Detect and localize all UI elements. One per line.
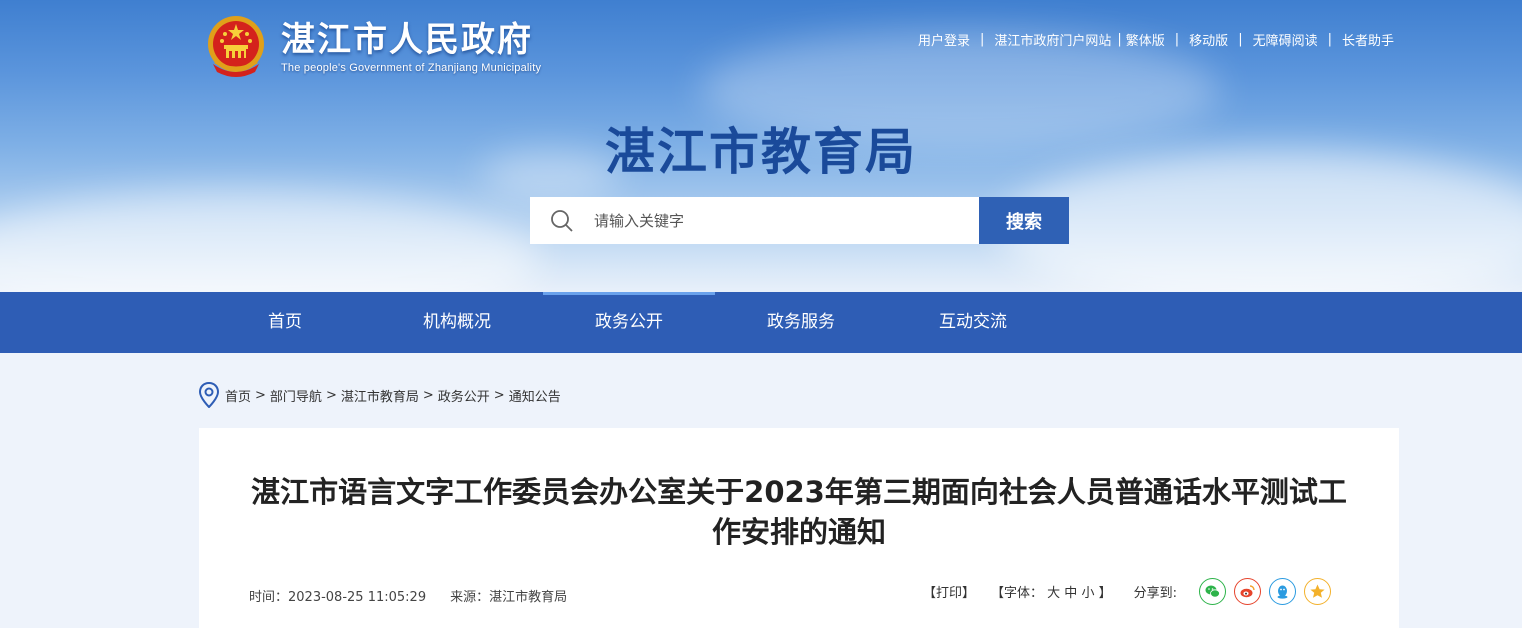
search-button[interactable]: 搜索 bbox=[979, 197, 1069, 244]
site-logo[interactable]: 湛江市人民政府 The people's Government of Zhanj… bbox=[205, 14, 541, 80]
site-name: 湛江市人民政府 bbox=[281, 20, 533, 60]
breadcrumb-gov-affairs[interactable]: 政务公开 bbox=[438, 386, 490, 405]
elderly-assistant-link[interactable]: 长者助手 bbox=[1342, 30, 1394, 49]
nav-item-gov-affairs-public[interactable]: 政务公开 bbox=[543, 292, 715, 353]
nav-item-interaction[interactable]: 互动交流 bbox=[887, 292, 1059, 353]
traditional-chinese-link[interactable]: 繁体版 bbox=[1126, 30, 1165, 49]
mobile-link[interactable]: 移动版 bbox=[1189, 30, 1228, 49]
article-title: 湛江市语言文字工作委员会办公室关于2023年第三期面向社会人员普通话水平测试工作… bbox=[251, 475, 1347, 549]
search-bar: 搜索 bbox=[530, 197, 1069, 244]
time-label: 时间： bbox=[249, 590, 289, 605]
main-nav: 首页 机构概况 政务公开 政务服务 互动交流 bbox=[0, 292, 1522, 353]
breadcrumb-notices[interactable]: 通知公告 bbox=[509, 386, 561, 405]
search-icon bbox=[551, 209, 573, 232]
source-label: 来源： bbox=[450, 590, 490, 605]
breadcrumb-home[interactable]: 首页 bbox=[225, 386, 251, 405]
article-meta: 时间：2023-08-25 11:05:29 来源：湛江市教育局 bbox=[249, 586, 581, 605]
site-name-en: The people's Government of Zhanjiang Mun… bbox=[281, 62, 542, 74]
national-emblem-icon bbox=[208, 16, 264, 77]
print-button[interactable]: 【打印】 bbox=[923, 582, 975, 601]
location-pin-icon bbox=[199, 382, 219, 408]
nav-item-gov-services[interactable]: 政务服务 bbox=[715, 292, 887, 353]
font-size-small[interactable]: 小 bbox=[1081, 586, 1094, 601]
article-tools: 【打印】 【字体： 大 中 小 】 分享到: bbox=[905, 578, 1331, 605]
font-size-medium[interactable]: 中 bbox=[1064, 586, 1077, 601]
department-title: 湛江市教育局 bbox=[605, 123, 917, 181]
article-card: 湛江市语言文字工作委员会办公室关于2023年第三期面向社会人员普通话水平测试工作… bbox=[199, 428, 1399, 628]
header-banner: 湛江市人民政府 The people's Government of Zhanj… bbox=[0, 0, 1522, 292]
font-size-label: 【字体： bbox=[990, 586, 1043, 601]
top-links: 用户登录 | 湛江市政府门户网站 | 繁体版 | 移动版 | 无障碍阅读 | 长… bbox=[917, 30, 1394, 49]
login-link[interactable]: 用户登录 bbox=[918, 30, 970, 49]
breadcrumb-edu-bureau[interactable]: 湛江市教育局 bbox=[341, 386, 419, 405]
publish-time: 2023-08-25 11:05:29 bbox=[288, 590, 427, 605]
share-label: 分享到: bbox=[1133, 586, 1177, 601]
weibo-icon[interactable] bbox=[1234, 578, 1261, 605]
qq-icon[interactable] bbox=[1269, 578, 1296, 605]
nav-item-home[interactable]: 首页 bbox=[199, 292, 371, 353]
wechat-icon[interactable] bbox=[1199, 578, 1226, 605]
search-box bbox=[530, 197, 979, 244]
accessibility-link[interactable]: 无障碍阅读 bbox=[1253, 30, 1318, 49]
banner-cloud bbox=[0, 190, 540, 292]
nav-item-organization[interactable]: 机构概况 bbox=[371, 292, 543, 353]
breadcrumb-dept-nav[interactable]: 部门导航 bbox=[270, 386, 322, 405]
breadcrumb: 首页 > 部门导航 > 湛江市教育局 > 政务公开 > 通知公告 bbox=[199, 382, 561, 408]
source-value: 湛江市教育局 bbox=[489, 590, 568, 605]
font-size-large[interactable]: 大 bbox=[1047, 586, 1060, 601]
portal-link[interactable]: 湛江市政府门户网站 bbox=[994, 30, 1111, 49]
qzone-icon[interactable] bbox=[1304, 578, 1331, 605]
search-input[interactable] bbox=[594, 211, 954, 230]
